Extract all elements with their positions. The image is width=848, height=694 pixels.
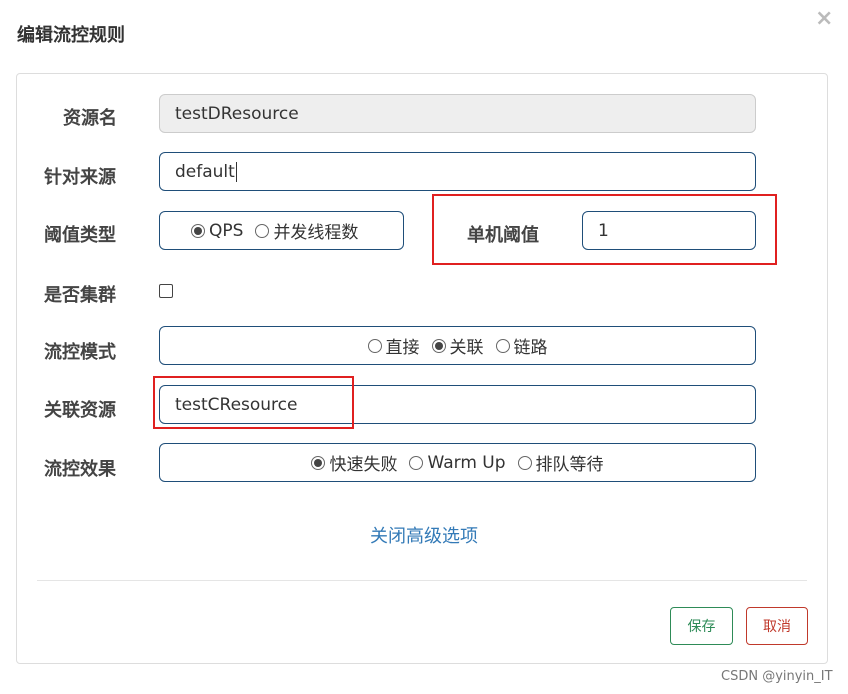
threshold-type-group: QPS 并发线程数 [159, 211, 404, 250]
highlight-box-threshold [432, 194, 777, 265]
watermark: CSDN @yinyin_IT [721, 669, 833, 684]
limit-app-input[interactable]: default [159, 152, 756, 191]
limit-app-value: default [175, 161, 235, 182]
flow-mode-chain[interactable]: 链路 [495, 333, 548, 358]
save-button[interactable]: 保存 [670, 607, 733, 645]
resource-name-input[interactable]: testDResource [159, 94, 756, 133]
radio-checked-icon [431, 338, 446, 353]
flow-mode-label: 流控模式 [44, 342, 116, 363]
control-effect-warm-up[interactable]: Warm Up [409, 453, 506, 473]
radio-unchecked-icon [517, 455, 532, 470]
divider [37, 580, 807, 581]
threshold-type-threads[interactable]: 并发线程数 [255, 218, 358, 243]
control-effect-fast-fail[interactable]: 快速失败 [311, 450, 397, 475]
close-icon[interactable]: × [815, 8, 833, 30]
limit-app-label: 针对来源 [44, 167, 116, 188]
close-advanced-options-link[interactable]: 关闭高级选项 [0, 522, 848, 548]
highlight-box-ref-resource [153, 376, 354, 429]
radio-unchecked-icon [495, 338, 510, 353]
cluster-label: 是否集群 [44, 285, 116, 306]
flow-mode-group: 直接 关联 链路 [159, 326, 756, 365]
threshold-type-qps[interactable]: QPS [191, 221, 243, 241]
radio-unchecked-icon [409, 455, 424, 470]
radio-checked-icon [311, 455, 326, 470]
flow-mode-related[interactable]: 关联 [431, 333, 484, 358]
dialog-title: 编辑流控规则 [17, 25, 125, 46]
resource-name-label: 资源名 [63, 108, 117, 129]
flow-mode-direct[interactable]: 直接 [367, 333, 420, 358]
threshold-type-label: 阈值类型 [44, 225, 116, 246]
control-effect-queue[interactable]: 排队等待 [517, 450, 604, 475]
control-effect-group: 快速失败 Warm Up 排队等待 [159, 443, 756, 482]
control-effect-label: 流控效果 [44, 459, 116, 480]
ref-resource-label: 关联资源 [44, 400, 116, 421]
radio-unchecked-icon [367, 338, 382, 353]
cluster-checkbox[interactable] [159, 284, 173, 298]
radio-checked-icon [191, 223, 205, 238]
cancel-button[interactable]: 取消 [746, 607, 808, 645]
radio-unchecked-icon [255, 223, 270, 238]
text-cursor [235, 161, 237, 182]
